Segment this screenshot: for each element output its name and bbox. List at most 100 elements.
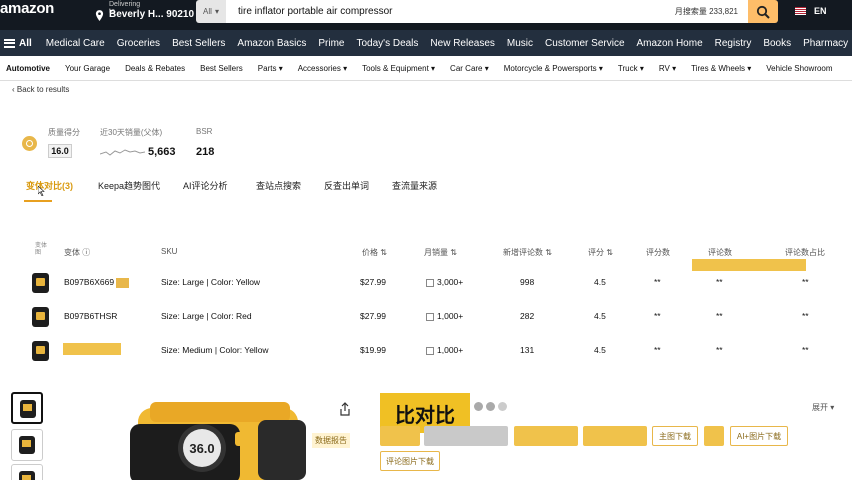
- variant-rating: 4.5: [594, 345, 606, 355]
- expand-label: 展开: [812, 403, 828, 412]
- quality-score-label: 质量得分: [48, 128, 80, 137]
- gallery-thumbnail[interactable]: [11, 464, 43, 480]
- search-input[interactable]: tire inflator portable air compressor 月搜…: [226, 0, 748, 23]
- variant-sales-text: 3,000+: [437, 277, 464, 287]
- product-main-image[interactable]: 36.0: [120, 390, 335, 480]
- tab-traffic-source[interactable]: 查流量来源: [392, 179, 437, 192]
- subnav-item[interactable]: Deals & Rebates: [125, 64, 185, 73]
- back-to-results-link[interactable]: ‹ Back to results: [12, 85, 69, 94]
- variant-review-count: **: [716, 345, 723, 355]
- action-button[interactable]: [514, 426, 578, 446]
- subnav-item[interactable]: Automotive: [6, 64, 50, 73]
- info-icon: ⓘ: [82, 248, 91, 257]
- nav-item[interactable]: Today's Deals: [356, 38, 418, 49]
- mouse-cursor-icon: [38, 186, 45, 196]
- nav-item[interactable]: Groceries: [117, 38, 160, 49]
- sales-value: 5,663: [148, 146, 176, 158]
- action-button[interactable]: [424, 426, 508, 446]
- col-header-rating[interactable]: 评分 ⇅: [588, 247, 613, 258]
- col-header-review-count: 评论数: [708, 248, 732, 257]
- ai-image-download-button[interactable]: AI+图片下载: [730, 426, 788, 446]
- subnav-item[interactable]: Your Garage: [65, 64, 110, 73]
- amazon-logo[interactable]: amazon: [0, 0, 54, 17]
- hamburger-icon: [4, 38, 15, 48]
- variant-asin-highlight[interactable]: [63, 343, 121, 355]
- main-image-download-button[interactable]: 主图下载: [652, 426, 698, 446]
- nav-item[interactable]: Medical Care: [46, 38, 105, 49]
- action-button[interactable]: [704, 426, 724, 446]
- nav-item[interactable]: Customer Service: [545, 38, 624, 49]
- gallery-thumbnail[interactable]: [11, 429, 43, 461]
- review-image-download-button[interactable]: 评论图片下载: [380, 451, 440, 471]
- subnav-item[interactable]: Vehicle Showroom: [766, 64, 832, 73]
- search-category-select[interactable]: All ▾: [196, 0, 226, 23]
- nav-item[interactable]: Registry: [715, 38, 752, 49]
- chart-icon[interactable]: [426, 312, 434, 321]
- nav-item[interactable]: Prime: [318, 38, 344, 49]
- col-header-variant: 变体 ⓘ: [64, 247, 90, 258]
- gallery-thumbnail[interactable]: [11, 392, 43, 424]
- subnav-item[interactable]: Tools & Equipment ▾: [362, 64, 435, 73]
- nav-item[interactable]: Pharmacy: [803, 38, 848, 49]
- data-report-label[interactable]: 数据报告: [312, 433, 350, 448]
- variant-sales: 1,000+: [426, 311, 463, 321]
- chart-icon[interactable]: [426, 278, 434, 287]
- chart-icon[interactable]: [426, 346, 434, 355]
- tab-site-search[interactable]: 查站点搜索: [256, 179, 301, 192]
- language-selector[interactable]: EN: [814, 6, 827, 16]
- top-navbar: amazon Delivering to Beverly H... 90210 …: [0, 0, 852, 30]
- search-button[interactable]: [748, 0, 778, 23]
- subnav-item[interactable]: Tires & Wheels ▾: [691, 64, 751, 73]
- subnav-item[interactable]: Accessories ▾: [298, 64, 347, 73]
- table-row[interactable]: B097B6THSR Size: Large | Color: Red $27.…: [0, 303, 852, 331]
- share-icon[interactable]: [339, 402, 351, 416]
- col-header-price[interactable]: 价格 ⇅: [362, 247, 387, 258]
- action-button[interactable]: [380, 426, 420, 446]
- subnav-item-label: Car Care: [450, 63, 483, 73]
- expand-toggle[interactable]: 展开 ▾: [812, 402, 834, 413]
- quality-score-icon: [22, 136, 37, 151]
- nav-item[interactable]: Amazon Basics: [237, 38, 306, 49]
- all-menu-button[interactable]: All: [0, 38, 46, 49]
- variant-sales: 3,000+: [426, 277, 463, 287]
- variant-rating: 4.5: [594, 277, 606, 287]
- subnav-item[interactable]: Motorcycle & Powersports ▾: [504, 64, 603, 73]
- subnav-item[interactable]: Car Care ▾: [450, 64, 489, 73]
- tab-reverse-keyword[interactable]: 反查出单词: [324, 179, 369, 192]
- nav-item[interactable]: New Releases: [430, 38, 494, 49]
- nav-item[interactable]: Books: [763, 38, 791, 49]
- variant-reviews: 282: [520, 311, 535, 321]
- subnav-item[interactable]: Best Sellers: [200, 64, 243, 73]
- col-header-sales[interactable]: 月销量 ⇅: [424, 247, 457, 258]
- nav-item[interactable]: Amazon Home: [637, 38, 703, 49]
- variant-review-count: **: [716, 277, 723, 287]
- variant-sku: Size: Medium | Color: Yellow: [161, 345, 269, 355]
- variant-image: [32, 307, 49, 327]
- subnav-item[interactable]: Truck ▾: [618, 64, 644, 73]
- nav-item[interactable]: Best Sellers: [172, 38, 225, 49]
- variant-asin[interactable]: B097B6THSR: [64, 311, 117, 321]
- deliver-location: Beverly H... 90210: [109, 9, 195, 20]
- sort-icon: ⇅: [450, 248, 457, 257]
- active-tab-indicator: [24, 200, 52, 202]
- tab-keepa[interactable]: Keepa趋势图代: [98, 179, 160, 192]
- variant-asin[interactable]: B097B6X669: [64, 277, 130, 288]
- table-row[interactable]: B097B6X669 Size: Large | Color: Yellow $…: [0, 269, 852, 297]
- variant-rating-count: **: [654, 311, 661, 321]
- col-header-reviews[interactable]: 新增评论数 ⇅: [503, 247, 552, 258]
- variant-asin-text: B097B6X669: [64, 277, 115, 287]
- location-pin-icon: [95, 10, 104, 21]
- tab-ai-review[interactable]: AI评论分析: [183, 179, 228, 192]
- table-row[interactable]: Size: Medium | Color: Yellow $19.99 1,00…: [0, 337, 852, 365]
- action-button[interactable]: [583, 426, 647, 446]
- col-header-sales-label: 月销量: [424, 248, 448, 257]
- col-header-sku: SKU: [161, 247, 178, 256]
- subnav-item[interactable]: RV ▾: [659, 64, 676, 73]
- subnav-item[interactable]: Parts ▾: [258, 64, 283, 73]
- variant-sku: Size: Large | Color: Yellow: [161, 277, 261, 287]
- col-header-image: 变体图: [35, 243, 48, 256]
- col-header-review-ratio: 评论数占比: [785, 248, 825, 257]
- variant-reviews: 131: [520, 345, 535, 355]
- tab-variant-compare[interactable]: 变体对比(3): [26, 179, 73, 192]
- nav-item[interactable]: Music: [507, 38, 533, 49]
